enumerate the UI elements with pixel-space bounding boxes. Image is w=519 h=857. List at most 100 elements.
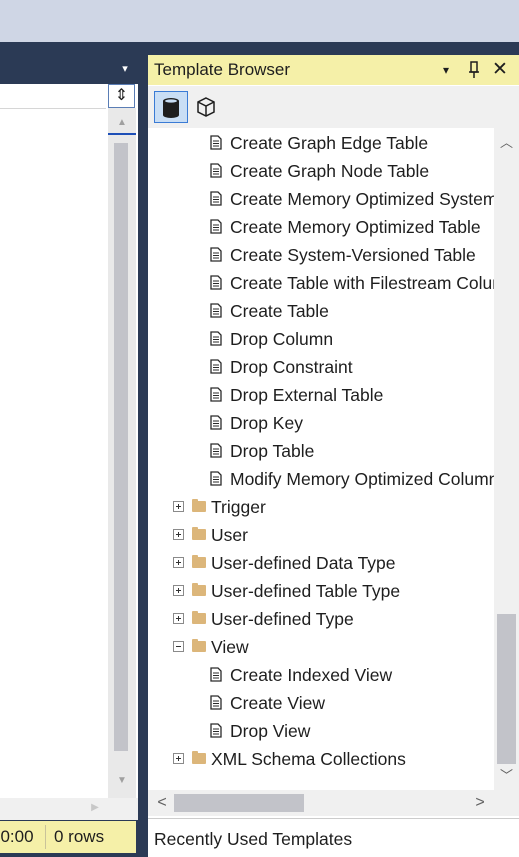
expand-icon[interactable] — [173, 613, 184, 624]
template-item-label: Create Graph Node Table — [230, 161, 430, 181]
template-file-icon — [210, 331, 222, 346]
template-tree[interactable]: Create Graph Edge Table Create Graph Node… — [148, 128, 494, 790]
template-folder-label: User-defined Data Type — [211, 553, 396, 573]
results-horizontal-scrollbar[interactable] — [0, 798, 138, 820]
template-file-icon — [210, 247, 222, 262]
template-file-icon — [210, 219, 222, 234]
template-folder[interactable]: User-defined Table Type — [148, 577, 494, 605]
template-item[interactable]: Create Table — [148, 297, 494, 325]
template-folder[interactable]: View — [148, 633, 494, 661]
template-item-label: Create Table with Filestream Column — [230, 273, 494, 293]
template-item-label: Drop Constraint — [230, 357, 353, 377]
template-item-label: Create Indexed View — [230, 665, 393, 685]
template-folder-label: User — [211, 525, 248, 545]
folder-icon — [192, 611, 206, 624]
folder-icon — [192, 499, 206, 512]
template-file-icon — [210, 695, 222, 710]
editor-window-dropdown-icon[interactable]: ▾ — [118, 63, 132, 75]
template-folder-label: User-defined Type — [211, 609, 354, 629]
template-folder[interactable]: Trigger — [148, 493, 494, 521]
template-item[interactable]: Create View — [148, 689, 494, 717]
template-item[interactable]: Drop Table — [148, 437, 494, 465]
template-folder[interactable]: User-defined Type — [148, 605, 494, 633]
template-file-icon — [210, 135, 222, 150]
splitter-underline — [108, 133, 136, 135]
template-item[interactable]: Modify Memory Optimized Column — [148, 465, 494, 493]
template-file-icon — [210, 723, 222, 738]
template-item-label: Drop View — [230, 721, 311, 741]
database-engine-templates-button[interactable] — [154, 91, 188, 123]
template-item-label: Drop Column — [230, 329, 334, 349]
template-item-label: Create Graph Edge Table — [230, 133, 429, 153]
scrollbar-corner — [494, 790, 519, 816]
tree-vertical-scroll-thumb[interactable] — [497, 614, 516, 764]
template-item-label: Create System-Versioned Table — [230, 245, 476, 265]
template-item[interactable]: Drop Constraint — [148, 353, 494, 381]
expand-icon[interactable] — [173, 501, 184, 512]
folder-icon — [192, 527, 206, 540]
template-item[interactable]: Create System-Versioned Table — [148, 241, 494, 269]
template-file-icon — [210, 415, 222, 430]
template-item[interactable]: Create Table with Filestream Column — [148, 269, 494, 297]
collapse-icon[interactable] — [173, 641, 184, 652]
expand-icon[interactable] — [173, 753, 184, 764]
results-header-strip — [0, 84, 106, 109]
template-item[interactable]: Create Memory Optimized System-Versioned… — [148, 185, 494, 213]
template-item[interactable]: Drop External Table — [148, 381, 494, 409]
close-icon[interactable]: ✕ — [489, 58, 511, 82]
scroll-up-icon[interactable]: ︿ — [494, 133, 519, 153]
panel-title: Template Browser — [154, 60, 291, 79]
template-item[interactable]: Create Indexed View — [148, 661, 494, 689]
status-divider — [45, 825, 46, 849]
template-item-label: Drop Key — [230, 413, 303, 433]
template-item[interactable]: Drop Column — [148, 325, 494, 353]
analysis-services-templates-button[interactable] — [192, 92, 220, 122]
pin-icon[interactable] — [463, 58, 485, 82]
cube-icon — [197, 97, 215, 117]
pin-icon-glyph — [469, 61, 479, 78]
recently-used-templates-label: Recently Used Templates — [154, 829, 353, 849]
folder-icon — [192, 751, 206, 764]
template-file-icon — [210, 387, 222, 402]
scroll-left-icon[interactable]: < — [152, 792, 172, 814]
status-row-count: 0 rows — [54, 827, 105, 846]
template-file-icon — [210, 443, 222, 458]
template-item-label: Create Memory Optimized Table — [230, 217, 481, 237]
template-item-label: Modify Memory Optimized Column — [230, 469, 494, 489]
database-icon — [163, 98, 179, 118]
results-scroll-down-icon[interactable]: ▼ — [114, 774, 130, 788]
template-item[interactable]: Drop View — [148, 717, 494, 745]
template-item[interactable]: Drop Key — [148, 409, 494, 437]
template-folder-label: Trigger — [211, 497, 266, 517]
template-item[interactable]: Create Memory Optimized Table — [148, 213, 494, 241]
results-scroll-thumb[interactable] — [114, 143, 128, 751]
template-item[interactable]: Create Graph Edge Table — [148, 129, 494, 157]
template-folder[interactable]: User — [148, 521, 494, 549]
status-elapsed-time: 00:00 — [0, 827, 34, 846]
template-folder[interactable]: XML Schema Collections — [148, 745, 494, 773]
template-file-icon — [210, 191, 222, 206]
expand-icon[interactable] — [173, 529, 184, 540]
scroll-right-icon[interactable]: > — [470, 792, 490, 814]
template-file-icon — [210, 303, 222, 318]
template-item-label: Create Table — [230, 301, 329, 321]
template-item[interactable]: Create Graph Node Table — [148, 157, 494, 185]
folder-icon — [192, 555, 206, 568]
scroll-down-icon[interactable]: ﹀ — [494, 766, 519, 786]
template-item-label: Create View — [230, 693, 326, 713]
folder-icon — [192, 639, 206, 652]
expand-icon[interactable] — [173, 557, 184, 568]
template-file-icon — [210, 275, 222, 290]
template-folder-label: XML Schema Collections — [211, 749, 406, 769]
template-file-icon — [210, 667, 222, 682]
template-folder-label: User-defined Table Type — [211, 581, 401, 601]
template-file-icon — [210, 471, 222, 486]
splitter-icon[interactable]: ⇕ — [108, 84, 135, 108]
results-scroll-up-icon[interactable]: ▲ — [114, 116, 130, 130]
window-position-dropdown-icon[interactable]: ▾ — [437, 58, 455, 82]
tree-horizontal-scroll-thumb[interactable] — [174, 794, 304, 812]
template-folder[interactable]: User-defined Data Type — [148, 549, 494, 577]
expand-icon[interactable] — [173, 585, 184, 596]
folder-icon — [192, 583, 206, 596]
results-scroll-right-icon[interactable]: ▶ — [88, 800, 102, 816]
